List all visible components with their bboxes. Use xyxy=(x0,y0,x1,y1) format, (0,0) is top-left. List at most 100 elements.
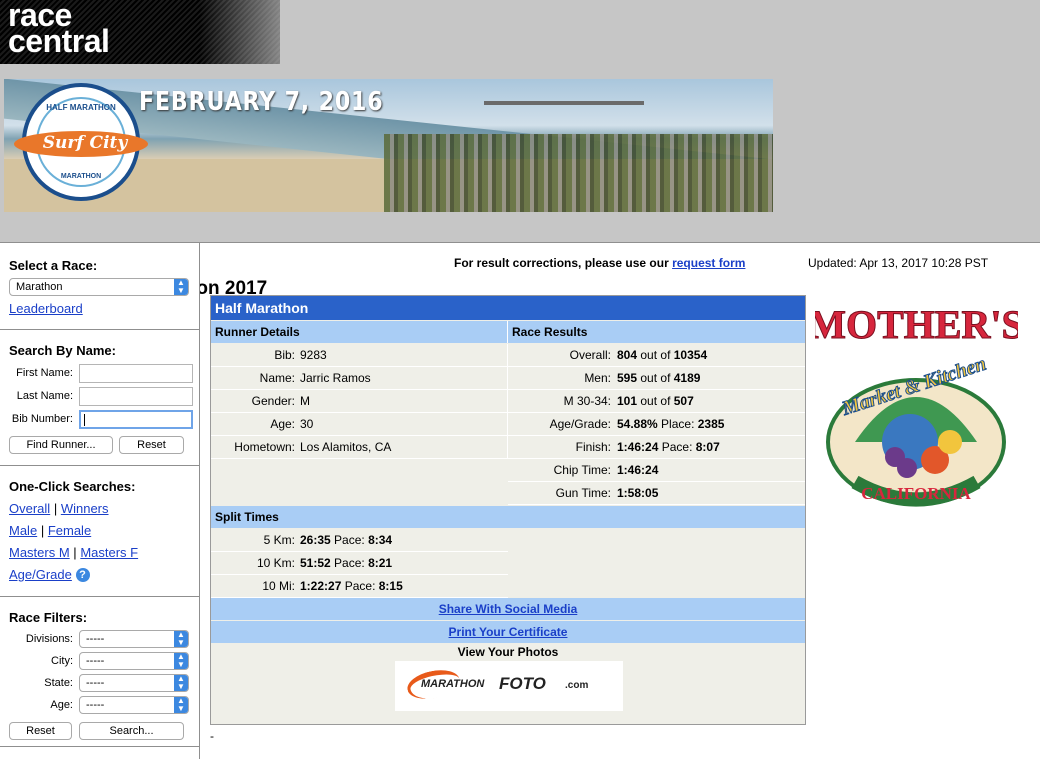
marathonfoto-logo[interactable]: MARATHON FOTO .com xyxy=(395,661,623,711)
result-field-value: 1:46:24 Pace: 8:07 xyxy=(617,440,720,454)
share-row: Share With Social Media xyxy=(211,598,805,620)
age-grade-link[interactable]: Age/Grade xyxy=(9,567,72,582)
chevron-updown-icon: ▲ ▼ xyxy=(174,279,188,295)
result-field-label: Gun Time: xyxy=(555,486,611,500)
one-click-heading: One-Click Searches: xyxy=(9,479,136,494)
race-result-row: Age/Grade: 54.88% Place: 2385 xyxy=(508,413,805,436)
runner-field-label: Age: xyxy=(270,417,295,431)
split-value: 26:35 Pace: 8:34 xyxy=(300,533,393,547)
state-label: State: xyxy=(44,677,73,689)
mothers-market-logo[interactable]: MOTHER'S Market & Kitchen CALIFORNIA xyxy=(815,292,1018,508)
race-result-row: Overall: 804 out of 10354 xyxy=(508,344,805,367)
runner-field-label: Bib: xyxy=(274,348,295,362)
race-select[interactable]: Marathon ▲ ▼ xyxy=(9,278,189,296)
select-race-heading: Select a Race: xyxy=(9,258,98,273)
logo-line-2: central xyxy=(8,23,110,59)
result-field-label: Chip Time: xyxy=(553,463,611,477)
sponsor-line-1: MOTHER'S xyxy=(815,302,1018,347)
search-filters-button[interactable]: Search... xyxy=(79,722,184,740)
runner-field-label: Name: xyxy=(259,371,295,385)
request-form-link[interactable]: request form xyxy=(672,256,745,270)
runner-field-label: Gender: xyxy=(251,394,295,408)
result-field-label: Finish: xyxy=(575,440,611,454)
split-label: 10 Km: xyxy=(256,556,295,570)
find-runner-button[interactable]: Find Runner... xyxy=(9,436,113,454)
split-label: 10 Mi: xyxy=(262,579,295,593)
sidebar: Select a Race: Marathon ▲ ▼ Leaderboard S… xyxy=(0,243,200,759)
runner-field-value: Los Alamitos, CA xyxy=(300,440,392,454)
race-result-row: Men: 595 out of 4189 xyxy=(508,367,805,390)
race-filters-heading: Race Filters: xyxy=(9,610,88,625)
search-by-name-section: Search By Name: First Name: Last Name: B… xyxy=(0,329,199,466)
first-name-label: First Name: xyxy=(16,367,73,379)
age-label: Age: xyxy=(50,699,73,711)
runner-detail-row: Hometown: Los Alamitos, CA xyxy=(211,436,508,459)
reset-name-button[interactable]: Reset xyxy=(119,436,184,454)
result-field-label: Overall: xyxy=(569,348,611,362)
masters-m-link[interactable]: Masters M xyxy=(9,545,70,560)
split-label: 5 Km: xyxy=(263,533,295,547)
male-link[interactable]: Male xyxy=(9,523,37,538)
result-field-value: 1:58:05 xyxy=(617,486,659,500)
runner-details-heading: Runner Details xyxy=(211,321,508,343)
runner-detail-row: Age: 30 xyxy=(211,413,508,436)
bib-number-label: Bib Number: xyxy=(11,413,73,425)
banner-date: FEBRUARY 7, 2016 xyxy=(139,87,384,117)
result-field-value: 804 out of 10354 xyxy=(617,348,708,362)
winners-link[interactable]: Winners xyxy=(61,501,109,516)
first-name-input[interactable] xyxy=(79,364,193,383)
chevron-updown-icon: ▲ ▼ xyxy=(174,653,188,669)
chevron-updown-icon: ▲ ▼ xyxy=(174,697,188,713)
pier-graphic xyxy=(484,101,644,105)
masters-f-link[interactable]: Masters F xyxy=(80,545,138,560)
select-race-section: Select a Race: Marathon ▲ ▼ Leaderboard xyxy=(0,243,199,330)
runner-field-value: M xyxy=(300,394,310,408)
result-field-label: Age/Grade: xyxy=(549,417,611,431)
state-select[interactable]: ----- ▲ ▼ xyxy=(79,674,189,692)
split-times-heading: Split Times xyxy=(211,506,805,528)
result-field-label: M 30-34: xyxy=(563,394,611,408)
updated-timestamp: Updated: Apr 13, 2017 10:28 PST xyxy=(808,256,989,270)
result-field-label: Men: xyxy=(584,371,611,385)
divisions-label: Divisions: xyxy=(25,633,73,645)
split-time-row: 5 Km: 26:35 Pace: 8:34 xyxy=(211,529,508,552)
race-result-row: Finish: 1:46:24 Pace: 8:07 xyxy=(508,436,805,459)
runner-field-value: 30 xyxy=(300,417,314,431)
leaderboard-link[interactable]: Leaderboard xyxy=(9,301,83,316)
event-banner-image: FEBRUARY 7, 2016 HALF MARATHON Surf City… xyxy=(4,79,773,212)
race-result-row: Chip Time: 1:46:24 xyxy=(508,459,805,482)
help-icon[interactable]: ? xyxy=(75,568,90,582)
split-time-row: 10 Km: 51:52 Pace: 8:21 xyxy=(211,552,508,575)
split-time-row: 10 Mi: 1:22:27 Pace: 8:15 xyxy=(211,575,508,598)
share-social-link[interactable]: Share With Social Media xyxy=(439,602,578,616)
age-select[interactable]: ----- ▲ ▼ xyxy=(79,696,189,714)
reset-filters-button[interactable]: Reset xyxy=(9,722,72,740)
runner-detail-row: Bib: 9283 xyxy=(211,344,508,367)
city-select[interactable]: ----- ▲ ▼ xyxy=(79,652,189,670)
chevron-updown-icon: ▲ ▼ xyxy=(174,631,188,647)
print-certificate-link[interactable]: Print Your Certificate xyxy=(449,625,568,639)
race-central-logo[interactable]: race central xyxy=(8,0,110,59)
bib-number-input[interactable] xyxy=(79,410,193,429)
results-panel: Half Marathon Runner Details Race Result… xyxy=(210,295,806,725)
divisions-select[interactable]: ----- ▲ ▼ xyxy=(79,630,189,648)
site-header: race central xyxy=(0,0,1040,64)
split-value: 51:52 Pace: 8:21 xyxy=(300,556,393,570)
runner-detail-row: Name: Jarric Ramos xyxy=(211,367,508,390)
runner-field-label: Hometown: xyxy=(234,440,295,454)
logo-script: Surf City xyxy=(42,133,128,153)
runner-field-value: Jarric Ramos xyxy=(300,371,371,385)
race-filters-section: Race Filters: Divisions: ----- ▲ ▼ City: -… xyxy=(0,596,199,747)
race-name-header: Half Marathon xyxy=(211,296,805,320)
female-link[interactable]: Female xyxy=(48,523,91,538)
last-name-input[interactable] xyxy=(79,387,193,406)
race-results-heading: Race Results xyxy=(508,321,805,343)
sponsor-line-3: CALIFORNIA xyxy=(861,484,971,503)
result-field-value: 101 out of 507 xyxy=(617,394,694,408)
race-result-row: Gun Time: 1:58:05 xyxy=(508,482,805,505)
chevron-updown-icon: ▲ ▼ xyxy=(174,675,188,691)
result-field-value: 1:46:24 xyxy=(617,463,659,477)
overall-link[interactable]: Overall xyxy=(9,501,50,516)
view-photos-label: View Your Photos xyxy=(457,645,559,659)
trailing-dash: - xyxy=(210,729,214,743)
